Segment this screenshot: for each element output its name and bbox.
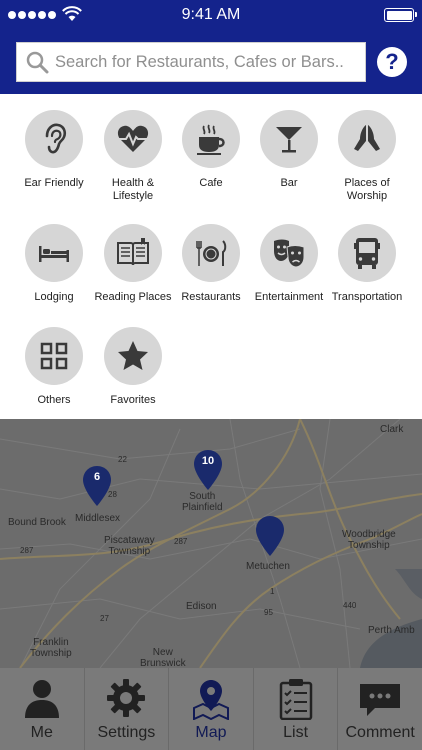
map-place-label: Piscataway Township [104, 535, 155, 557]
tab-settings[interactable]: Settings [85, 668, 170, 750]
map-place-label: Clark [380, 424, 404, 435]
route-shield: 287 [174, 537, 188, 546]
tab-label: Settings [97, 724, 156, 741]
category-places-of-worship[interactable]: Places of Worship [326, 110, 408, 203]
search-header: ? [0, 30, 422, 94]
category-label: Cafe [199, 177, 223, 189]
category-label: Ear Friendly [24, 177, 84, 189]
grid-icon [25, 327, 83, 385]
tab-comment[interactable]: Comment [338, 668, 422, 750]
map-pin-cluster[interactable]: 6 [83, 466, 111, 506]
category-label: Places of Worship [344, 177, 390, 202]
search-input[interactable] [55, 52, 355, 72]
category-label: Restaurants [181, 291, 241, 303]
ear-icon [25, 110, 83, 168]
praying-hands-icon [338, 110, 396, 168]
category-label: Bar [280, 177, 298, 189]
map-place-label: Edison [186, 601, 217, 612]
map-place-label: Woodbridge Township [342, 529, 396, 551]
map-place-label: Metuchen [246, 561, 290, 572]
route-shield: 1 [270, 587, 275, 596]
map-pin-icon [256, 516, 284, 556]
map-place-label: Middlesex [75, 513, 121, 524]
route-shield: 27 [100, 614, 109, 623]
category-restaurants[interactable]: Restaurants [170, 224, 252, 304]
tab-map[interactable]: Map [169, 668, 254, 750]
category-others[interactable]: Others [13, 327, 95, 407]
category-lodging[interactable]: Lodging [13, 224, 95, 304]
star-icon [104, 327, 162, 385]
pin-count: 10 [201, 455, 215, 467]
tab-list[interactable]: List [254, 668, 339, 750]
checklist-icon [254, 678, 338, 720]
route-shield: 287 [20, 546, 34, 555]
search-icon [25, 50, 49, 74]
category-label: Entertainment [254, 291, 324, 303]
category-label: Lodging [34, 291, 74, 303]
cocktail-glass-icon [260, 110, 318, 168]
route-shield: 440 [343, 601, 357, 610]
person-icon [0, 678, 84, 718]
category-ear-friendly[interactable]: Ear Friendly [13, 110, 95, 190]
map-view[interactable]: Clark Middlesex South Plainfield Bound B… [0, 419, 422, 668]
tab-label: Me [30, 724, 53, 741]
status-time: 9:41 AM [181, 6, 241, 23]
search-bar[interactable] [16, 42, 366, 82]
category-label: Reading Places [94, 291, 172, 303]
gear-icon [85, 678, 169, 718]
category-label: Others [37, 394, 71, 406]
map-place-label: South Plainfield [182, 491, 223, 513]
tab-label: List [283, 724, 309, 741]
heart-pulse-icon [104, 110, 162, 168]
map-place-label: New Brunswick [140, 647, 186, 668]
theater-masks-icon [260, 224, 318, 282]
map-place-label: Bound Brook [8, 517, 66, 528]
category-transportation[interactable]: Transportation [326, 224, 408, 304]
map-pin[interactable] [256, 516, 284, 556]
bottom-tab-bar: Me Settings Map List Comment [0, 668, 422, 750]
category-favorites[interactable]: Favorites [92, 327, 174, 407]
chat-bubble-icon [338, 678, 422, 718]
category-label: Health & Lifestyle [111, 177, 155, 202]
battery-icon [384, 8, 417, 22]
route-shield: 95 [264, 608, 273, 617]
category-cafe[interactable]: Cafe [170, 110, 252, 190]
pin-count: 6 [93, 471, 101, 483]
plate-cutlery-icon [182, 224, 240, 282]
help-button[interactable]: ? [377, 47, 407, 77]
bed-icon [25, 224, 83, 282]
map-pin-icon [169, 678, 253, 720]
open-book-icon [104, 224, 162, 282]
category-health-lifestyle[interactable]: Health & Lifestyle [92, 110, 174, 203]
route-shield: 22 [118, 455, 127, 464]
category-reading-places[interactable]: Reading Places [92, 224, 174, 304]
bus-icon [338, 224, 396, 282]
category-bar[interactable]: Bar [248, 110, 330, 190]
map-place-label: Franklin Township [30, 637, 72, 659]
map-place-label: Perth Amb [368, 625, 415, 636]
tab-me[interactable]: Me [0, 668, 85, 750]
category-entertainment[interactable]: Entertainment [248, 224, 330, 304]
coffee-cup-icon [182, 110, 240, 168]
status-bar: 9:41 AM [0, 0, 422, 30]
category-label: Favorites [110, 394, 156, 406]
tab-label: Map [195, 724, 227, 741]
tab-label: Comment [345, 724, 415, 741]
category-label: Transportation [331, 291, 403, 303]
category-grid: Ear Friendly Health & Lifestyle Cafe Bar… [0, 94, 422, 419]
map-pin-cluster[interactable]: 10 [194, 450, 222, 490]
